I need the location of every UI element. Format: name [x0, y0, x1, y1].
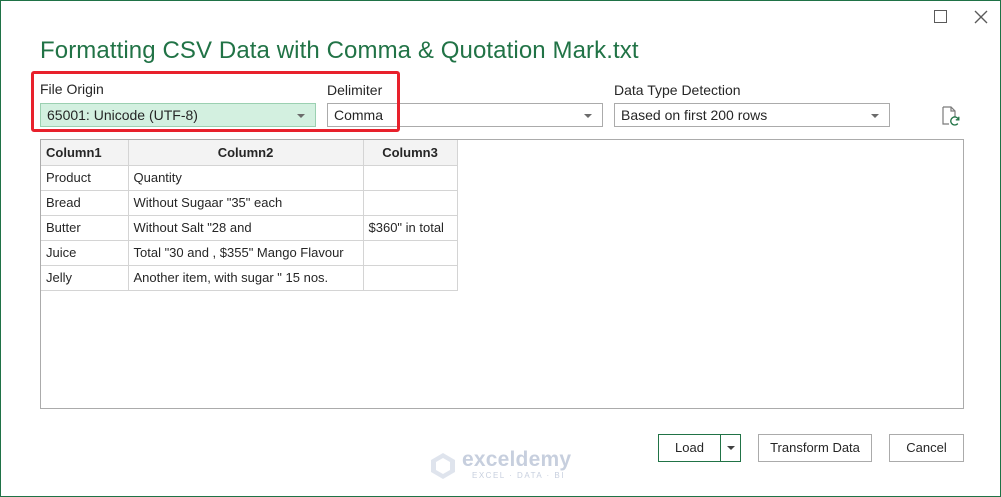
cancel-button[interactable]: Cancel [889, 434, 964, 462]
table-cell: Total "30 and , $355" Mango Flavour [127, 239, 364, 266]
column-header: Column2 [127, 140, 364, 166]
chevron-down-icon [871, 114, 879, 118]
dialog-title: Formatting CSV Data with Comma & Quotati… [40, 37, 639, 64]
table-cell: Without Salt "28 and [127, 214, 364, 241]
load-split-button: Load [658, 434, 741, 462]
preview-table: Column1 Column2 Column3 Product Quantity… [41, 140, 458, 291]
data-type-detection-label: Data Type Detection [614, 82, 741, 98]
table-cell [362, 239, 458, 266]
exceldemy-logo-icon [431, 453, 455, 479]
data-preview-pane[interactable]: Column1 Column2 Column3 Product Quantity… [40, 139, 964, 409]
delimiter-value: Comma [334, 107, 384, 123]
data-type-detection-value: Based on first 200 rows [621, 107, 768, 123]
chevron-down-icon [727, 446, 735, 450]
table-cell [362, 264, 458, 291]
exceldemy-watermark: exceldemy EXCEL · DATA · BI [428, 448, 571, 486]
table-cell: Butter [41, 214, 129, 241]
chevron-down-icon [584, 114, 592, 118]
table-cell: Product [41, 164, 129, 191]
power-query-import-dialog: Formatting CSV Data with Comma & Quotati… [0, 0, 1001, 497]
table-cell [362, 164, 458, 191]
maximize-icon[interactable] [931, 7, 951, 27]
table-cell: $360" in total [362, 214, 458, 241]
watermark-brand: exceldemy [462, 448, 572, 471]
load-button[interactable]: Load [659, 435, 720, 461]
file-origin-value: 65001: Unicode (UTF-8) [47, 107, 198, 123]
data-type-detection-select[interactable]: Based on first 200 rows [614, 103, 890, 127]
column-header: Column3 [362, 140, 458, 166]
table-row: Butter Without Salt "28 and $360" in tot… [41, 214, 458, 241]
close-icon[interactable] [971, 7, 991, 27]
chevron-down-icon [297, 114, 305, 118]
table-row: Bread Without Sugaar "35" each [41, 189, 458, 216]
file-origin-label: File Origin [40, 81, 104, 97]
table-cell: Jelly [41, 264, 129, 291]
delimiter-label: Delimiter [327, 82, 383, 98]
table-row: Jelly Another item, with sugar " 15 nos. [41, 264, 458, 291]
transform-data-button[interactable]: Transform Data [758, 434, 872, 462]
table-cell [362, 189, 458, 216]
delimiter-select[interactable]: Comma [327, 103, 603, 127]
preview-header-row: Column1 Column2 Column3 [41, 140, 458, 166]
table-cell: Without Sugaar "35" each [127, 189, 364, 216]
table-cell: Another item, with sugar " 15 nos. [127, 264, 364, 291]
table-cell: Juice [41, 239, 129, 266]
table-cell: Quantity [127, 164, 364, 191]
column-header: Column1 [41, 140, 129, 166]
table-row: Juice Total "30 and , $355" Mango Flavou… [41, 239, 458, 266]
watermark-tagline: EXCEL · DATA · BI [472, 471, 565, 480]
refresh-file-icon[interactable] [939, 105, 961, 127]
file-origin-select[interactable]: 65001: Unicode (UTF-8) [40, 103, 316, 127]
load-options-button[interactable] [720, 435, 741, 461]
table-cell: Bread [41, 189, 129, 216]
table-row: Product Quantity [41, 164, 458, 191]
